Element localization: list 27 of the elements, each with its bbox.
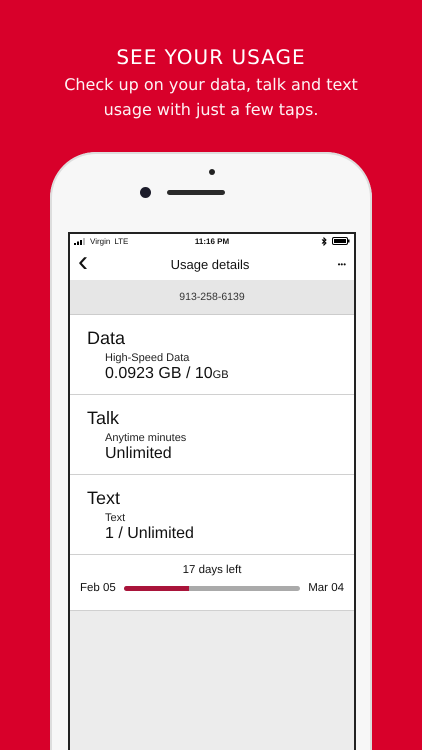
speaker-icon (166, 190, 224, 195)
battery-icon (332, 237, 350, 245)
usage-value: 1 / Unlimited (105, 524, 195, 543)
start-date: Feb 05 (80, 582, 116, 594)
section-title: Text (87, 487, 122, 509)
bluetooth-icon (321, 236, 327, 246)
phone-number: 913-258-6139 (70, 280, 354, 315)
more-button[interactable]: ••• (322, 260, 346, 268)
camera-icon (140, 187, 150, 198)
usage-label: Anytime minutes (105, 432, 188, 444)
end-date: Mar 04 (308, 582, 344, 594)
days-left: 17 days left (182, 564, 242, 576)
network-type: LTE (114, 236, 128, 246)
signal-icon (74, 238, 86, 244)
section-title: Talk (87, 407, 120, 429)
subtitle: Check up on your data, talk and text usage with just a few taps. (63, 74, 359, 121)
back-button[interactable]: ‹ (78, 247, 98, 277)
usage-value: 0.0923 GB / 10GB (105, 364, 230, 384)
screen-title: Usage details (170, 256, 250, 272)
carrier-name: Virgin (90, 236, 110, 246)
usage-value: Unlimited (105, 444, 173, 463)
usage-label: High-Speed Data (105, 352, 190, 364)
sensor-icon (209, 169, 215, 175)
section-title: Data (87, 327, 126, 349)
headline: SEE YOUR USAGE (115, 44, 307, 70)
status-time: 11:16 PM (194, 236, 230, 246)
usage-label: Text (105, 512, 126, 524)
